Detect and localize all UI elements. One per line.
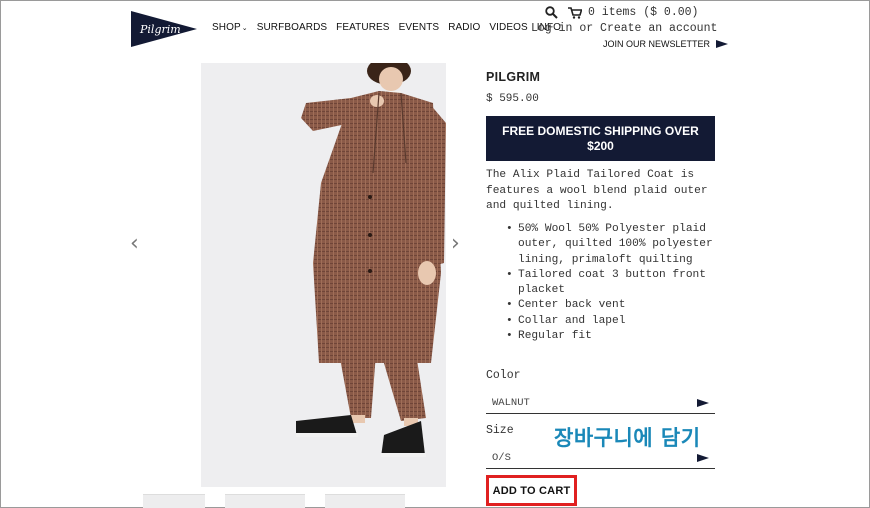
cart-summary[interactable]: 0 items ($ 0.00) bbox=[588, 6, 698, 19]
product-description: The Alix Plaid Tailored Coat is features… bbox=[486, 169, 708, 212]
chevron-left-icon[interactable]: ‹ bbox=[130, 231, 139, 256]
or-text: or bbox=[579, 22, 594, 35]
thumbnail-3[interactable] bbox=[325, 494, 405, 508]
size-value: O/S bbox=[492, 451, 511, 464]
size-label: Size bbox=[486, 424, 514, 437]
utility-bar: 0 items ($ 0.00) bbox=[545, 6, 698, 19]
main-nav: SHOP⌄ SURFBOARDS FEATURES EVENTS RADIO V… bbox=[212, 22, 561, 33]
cart-icon[interactable] bbox=[568, 6, 582, 19]
product-vendor: PILGRIM bbox=[486, 70, 541, 84]
search-icon[interactable] bbox=[545, 6, 558, 19]
feature-item: Regular fit bbox=[506, 329, 716, 345]
newsletter-label: JOIN OUR NEWSLETTER bbox=[603, 39, 711, 49]
pilgrim-logo[interactable]: Pilgrim bbox=[131, 11, 197, 47]
shipping-banner-text: FREE DOMESTIC SHIPPING OVER $200 bbox=[502, 123, 699, 153]
nav-item-events[interactable]: EVENTS bbox=[399, 22, 440, 33]
feature-item: Tailored coat 3 button front placket bbox=[506, 268, 716, 299]
pennant-arrow-icon bbox=[697, 453, 709, 462]
shipping-banner: FREE DOMESTIC SHIPPING OVER $200 bbox=[486, 116, 715, 161]
color-label: Color bbox=[486, 369, 521, 382]
color-select[interactable]: WALNUT bbox=[486, 392, 715, 414]
logo-text: Pilgrim bbox=[139, 23, 181, 36]
chevron-right-icon[interactable]: › bbox=[451, 231, 460, 256]
create-account-link[interactable]: Create an account bbox=[600, 22, 717, 35]
thumbnail-1[interactable] bbox=[143, 494, 205, 508]
nav-item-surfboards[interactable]: SURFBOARDS bbox=[257, 22, 327, 33]
product-price: $ 595.00 bbox=[486, 93, 539, 105]
feature-list: 50% Wool 50% Polyester plaid outer, quil… bbox=[506, 222, 716, 345]
color-value: WALNUT bbox=[492, 396, 530, 409]
pennant-arrow-icon bbox=[697, 398, 709, 407]
newsletter-link[interactable]: JOIN OUR NEWSLETTER bbox=[603, 39, 729, 49]
thumbnail-2[interactable] bbox=[225, 494, 305, 508]
feature-item: 50% Wool 50% Polyester plaid outer, quil… bbox=[506, 222, 716, 268]
coat-model-illustration bbox=[296, 63, 446, 457]
nav-item-features[interactable]: FEATURES bbox=[336, 22, 389, 33]
add-to-cart-button[interactable]: ADD TO CART bbox=[491, 480, 572, 502]
pennant-arrow-icon bbox=[716, 40, 729, 48]
product-image[interactable] bbox=[201, 63, 446, 487]
feature-item: Center back vent bbox=[506, 298, 716, 314]
account-links: Log in or Create an account bbox=[531, 22, 717, 35]
nav-item-radio[interactable]: RADIO bbox=[448, 22, 480, 33]
annotation-caption: 장바구니에 담기 bbox=[554, 426, 701, 450]
nav-item-videos[interactable]: VIDEOS bbox=[489, 22, 527, 33]
thumbnail-strip bbox=[143, 494, 405, 508]
feature-item: Collar and lapel bbox=[506, 314, 716, 330]
chevron-down-icon: ⌄ bbox=[241, 25, 248, 32]
nav-item-shop[interactable]: SHOP⌄ bbox=[212, 22, 248, 33]
login-link[interactable]: Log in bbox=[531, 22, 572, 35]
